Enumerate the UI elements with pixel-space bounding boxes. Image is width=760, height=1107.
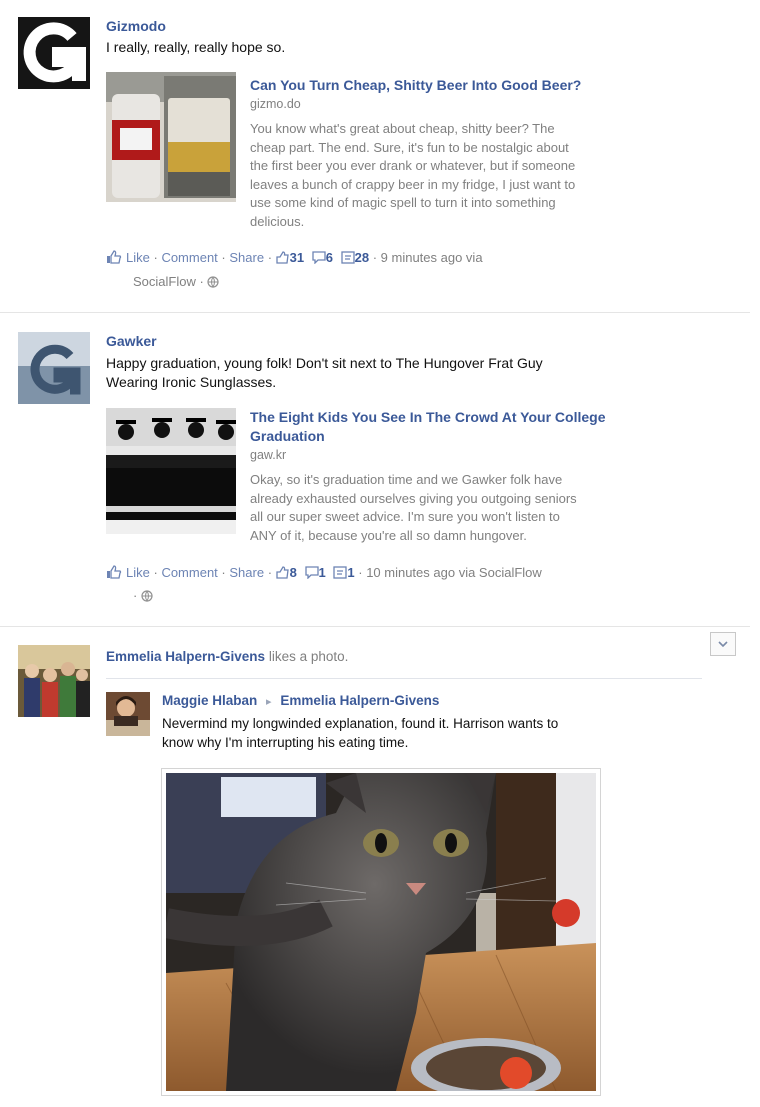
shares-count[interactable]: 1 — [347, 565, 354, 580]
share-link[interactable]: Share — [229, 565, 264, 580]
chevron-down-icon — [717, 639, 729, 649]
via-app-link[interactable]: SocialFlow — [133, 274, 196, 289]
shared-target[interactable]: Emmelia Halpern-Givens — [280, 693, 439, 708]
thumbs-up-icon — [106, 565, 122, 579]
family-photo — [18, 645, 90, 717]
comment-bubble-icon — [304, 566, 319, 579]
share-icon — [333, 566, 348, 579]
comment-link[interactable]: Comment — [161, 565, 217, 580]
share-link[interactable]: Share — [229, 250, 264, 265]
maggie-avatar[interactable] — [106, 692, 150, 736]
likes-count[interactable]: 8 — [290, 565, 297, 580]
emmelia-avatar[interactable] — [18, 645, 90, 717]
arrow-icon: ▸ — [266, 696, 272, 708]
comment-bubble-icon — [312, 251, 326, 264]
post-timestamp[interactable]: 9 minutes ago via — [381, 250, 483, 265]
share-icon — [340, 251, 355, 264]
beer-photo — [106, 72, 236, 202]
post-source: · — [133, 586, 153, 606]
post-source: SocialFlow · — [133, 272, 220, 292]
link-summary: Okay, so it's graduation time and we Gaw… — [250, 472, 577, 543]
like-link[interactable]: Like — [126, 565, 150, 580]
globe-icon — [141, 590, 153, 602]
activity-text[interactable]: likes a photo. — [269, 649, 349, 664]
maggie-profile-photo — [106, 692, 150, 736]
cat-photo — [166, 773, 596, 1091]
link-title[interactable]: Can You Turn Cheap, Shitty Beer Into Goo… — [250, 76, 581, 95]
post-timestamp[interactable]: 10 minutes ago via SocialFlow — [366, 565, 542, 580]
comments-count[interactable]: 6 — [326, 250, 333, 265]
shares-count[interactable]: 28 — [355, 250, 369, 265]
graduation-photo — [106, 408, 236, 534]
shared-post-header: Maggie Hlaban ▸ Emmelia Halpern-Givens — [162, 693, 439, 708]
activity-author[interactable]: Emmelia Halpern-Givens — [106, 649, 265, 664]
post-message: Happy graduation, young folk! Don't sit … — [106, 355, 543, 390]
like-link[interactable]: Like — [126, 250, 150, 265]
comment-link[interactable]: Comment — [161, 250, 217, 265]
shared-author[interactable]: Maggie Hlaban — [162, 693, 257, 708]
link-thumbnail[interactable] — [106, 72, 236, 202]
post-actions: Like · Comment · Share · 8 1 1 · 10 minu… — [106, 563, 746, 583]
post-message: I really, really, really hope so. — [106, 39, 286, 55]
shared-message: Nevermind my longwinded explanation, fou… — [162, 716, 559, 750]
thumbs-up-icon — [106, 250, 122, 264]
link-domain: gaw.kr — [250, 448, 287, 462]
likes-count-icon — [276, 566, 290, 579]
activity-line: Emmelia Halpern-Givens likes a photo. — [106, 649, 348, 664]
post-actions: Like · Comment · Share · 31 6 28 · 9 min… — [106, 248, 726, 268]
story-menu-button[interactable] — [710, 632, 736, 656]
likes-count-icon — [276, 251, 290, 264]
likes-count[interactable]: 31 — [290, 250, 304, 265]
link-domain: gizmo.do — [250, 97, 301, 111]
link-thumbnail[interactable] — [106, 408, 236, 534]
activity-separator — [106, 678, 702, 679]
link-title[interactable]: The Eight Kids You See In The Crowd At Y… — [250, 408, 605, 446]
feed-divider — [0, 626, 750, 627]
gizmodo-logo — [18, 17, 90, 89]
link-summary: You know what's great about cheap, shitt… — [250, 121, 576, 229]
post-author[interactable]: Gizmodo — [106, 18, 166, 34]
shared-photo[interactable] — [161, 768, 601, 1096]
gawker-logo — [18, 332, 90, 404]
globe-icon — [207, 276, 220, 288]
comments-count[interactable]: 1 — [319, 565, 326, 580]
gizmodo-avatar[interactable] — [18, 17, 90, 89]
gawker-avatar[interactable] — [18, 332, 90, 404]
feed-divider — [0, 312, 750, 313]
post-author[interactable]: Gawker — [106, 333, 157, 349]
